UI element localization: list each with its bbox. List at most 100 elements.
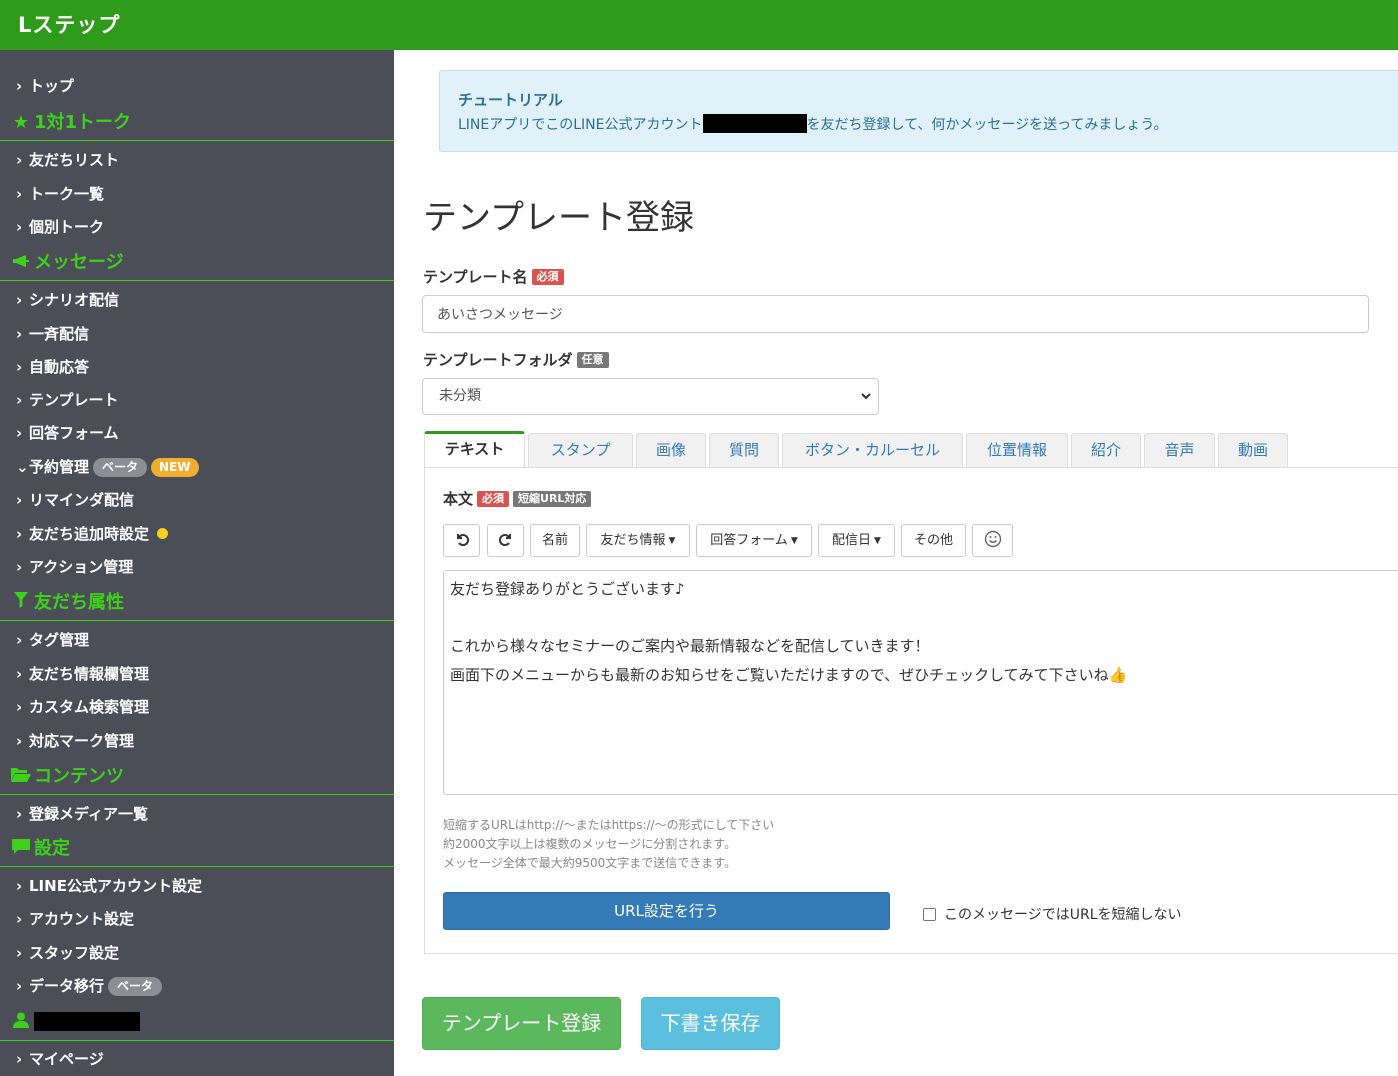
chevron-right-icon: › <box>16 631 23 649</box>
redo-button[interactable] <box>487 524 524 557</box>
sidebar-item-individual-talk[interactable]: › 個別トーク <box>0 217 394 237</box>
sidebar-item-top[interactable]: › トップ <box>0 76 394 96</box>
chevron-right-icon: › <box>16 491 23 509</box>
beta-badge: ベータ <box>108 977 163 996</box>
sidebar-heading-contents[interactable]: コンテンツ <box>0 762 394 795</box>
sidebar-heading-message[interactable]: メッセージ <box>0 248 394 281</box>
sidebar-item-friend-list[interactable]: › 友だちリスト <box>0 150 394 170</box>
sidebar-item-broadcast[interactable]: › 一斉配信 <box>0 324 394 344</box>
tutorial-alert: チュートリアル LINEアプリでこのLINE公式アカウント を友だち登録して、何か… <box>439 70 1398 152</box>
tab-introduction[interactable]: 紹介 <box>1071 433 1141 468</box>
chevron-right-icon: › <box>16 218 23 236</box>
chevron-right-icon: › <box>16 558 23 576</box>
emoji-icon <box>984 530 1002 548</box>
sidebar-item-mypage[interactable]: › マイページ <box>0 1049 394 1069</box>
template-name-input[interactable] <box>422 295 1369 333</box>
template-name-label: テンプレート名 必須 <box>423 266 564 287</box>
sidebar-heading-talk[interactable]: ★ 1対1トーク <box>0 108 394 141</box>
sidebar-item-line-account-settings[interactable]: › LINE公式アカウント設定 <box>0 876 394 896</box>
caret-down-icon: ▼ <box>790 536 798 546</box>
user-icon <box>8 1011 34 1035</box>
register-template-button[interactable]: テンプレート登録 <box>422 997 621 1050</box>
friend-info-dropdown[interactable]: 友だち情報 ▼ <box>586 524 690 557</box>
other-button[interactable]: その他 <box>901 524 966 557</box>
notification-dot <box>157 528 169 539</box>
caret-down-icon: ▼ <box>874 536 881 546</box>
answer-form-dropdown[interactable]: 回答フォーム ▼ <box>696 524 812 557</box>
tutorial-text: LINEアプリでこのLINE公式アカウント を友だち登録して、何かメッセージを送っ… <box>458 114 1398 134</box>
sidebar-item-action[interactable]: › アクション管理 <box>0 557 394 577</box>
sidebar-heading-settings[interactable]: 設定 <box>0 834 394 867</box>
hint-line: 約2000文字以上は複数のメッセージに分割されます。 <box>443 837 737 851</box>
sidebar-item-answer-form[interactable]: › 回答フォーム <box>0 423 394 443</box>
tab-image[interactable]: 画像 <box>636 433 706 468</box>
body-line <box>450 604 1398 633</box>
tutorial-title: チュートリアル <box>458 91 563 109</box>
body-label: 本文 必須 短縮URL対応 <box>443 488 592 509</box>
sidebar-item-reminder[interactable]: › リマインダ配信 <box>0 490 394 510</box>
chevron-right-icon: › <box>16 805 23 823</box>
redacted-user-name <box>34 1012 140 1031</box>
template-folder-label: テンプレートフォルダ 任意 <box>423 349 609 370</box>
beta-badge: ベータ <box>93 458 148 477</box>
chevron-right-icon: › <box>16 732 23 750</box>
no-shorten-url-option[interactable]: このメッセージではURLを短縮しない <box>923 904 1182 924</box>
chevron-right-icon: › <box>16 185 23 203</box>
template-folder-select[interactable]: 未分類 <box>422 378 879 415</box>
tab-location[interactable]: 位置情報 <box>966 433 1068 468</box>
tab-text[interactable]: テキスト <box>424 431 525 468</box>
sidebar-item-account-settings[interactable]: › アカウント設定 <box>0 909 394 929</box>
chevron-right-icon: › <box>16 877 23 895</box>
delivery-date-dropdown[interactable]: 配信日 ▼ <box>818 524 895 557</box>
tab-audio[interactable]: 音声 <box>1144 433 1215 468</box>
tab-stamp[interactable]: スタンプ <box>528 433 633 468</box>
filter-icon <box>8 591 34 615</box>
new-badge: NEW <box>151 458 199 477</box>
sidebar-item-staff-settings[interactable]: › スタッフ設定 <box>0 943 394 963</box>
redo-icon <box>498 533 514 548</box>
chevron-right-icon: › <box>16 291 23 309</box>
tab-button-carousel[interactable]: ボタン・カルーセル <box>782 433 963 468</box>
hint-line: メッセージ全体で最大約9500文字まで送信できます。 <box>443 856 737 870</box>
sidebar-item-template[interactable]: › テンプレート <box>0 390 394 410</box>
chevron-right-icon: › <box>16 698 23 716</box>
tab-video[interactable]: 動画 <box>1218 433 1288 468</box>
tab-question[interactable]: 質問 <box>709 433 779 468</box>
sidebar-item-tags[interactable]: › タグ管理 <box>0 630 394 650</box>
url-settings-button[interactable]: URL設定を行う <box>443 892 890 930</box>
save-draft-button[interactable]: 下書き保存 <box>641 997 780 1050</box>
top-header: Lステップ <box>0 0 1398 50</box>
sidebar: › トップ ★ 1対1トーク › 友だちリスト › トーク一覧 › 個別トーク メッセージ… <box>0 50 394 1076</box>
chevron-down-icon: ⌄ <box>16 458 29 476</box>
chevron-right-icon: › <box>16 910 23 928</box>
sidebar-item-reservation[interactable]: ⌄予約管理 ベータ NEW <box>0 457 394 477</box>
caret-down-icon: ▼ <box>668 536 676 546</box>
chevron-right-icon: › <box>16 665 23 683</box>
chevron-right-icon: › <box>16 424 23 442</box>
undo-button[interactable] <box>443 524 480 557</box>
sidebar-item-marks[interactable]: › 対応マーク管理 <box>0 731 394 751</box>
main-content: チュートリアル LINEアプリでこのLINE公式アカウント を友だち登録して、何か… <box>394 50 1398 1076</box>
app-logo[interactable]: Lステップ <box>18 9 120 39</box>
sidebar-item-scenario[interactable]: › シナリオ配信 <box>0 290 394 310</box>
sidebar-item-friend-add-settings[interactable]: › 友だち追加時設定 <box>0 524 394 544</box>
chat-bubble-icon <box>8 837 34 861</box>
sidebar-item-custom-search[interactable]: › カスタム検索管理 <box>0 697 394 717</box>
sidebar-item-friend-info-fields[interactable]: › 友だち情報欄管理 <box>0 664 394 684</box>
sidebar-heading-attributes[interactable]: 友だち属性 <box>0 588 394 621</box>
emoji-button[interactable] <box>972 524 1013 557</box>
sidebar-item-data-migration[interactable]: › データ移行 ベータ <box>0 976 394 996</box>
insert-name-button[interactable]: 名前 <box>530 524 580 557</box>
folder-open-icon <box>8 765 34 789</box>
body-line: 友だち登録ありがとうございます♪ <box>450 580 685 598</box>
star-icon: ★ <box>12 112 30 133</box>
sidebar-item-media[interactable]: › 登録メディア一覧 <box>0 804 394 824</box>
message-body-editor[interactable]: 友だち登録ありがとうございます♪ これから様々なセミナーのご案内や最新情報などを… <box>443 570 1398 795</box>
required-badge: 必須 <box>531 269 564 285</box>
sidebar-item-talk-list[interactable]: › トーク一覧 <box>0 184 394 204</box>
chevron-right-icon: › <box>16 525 23 543</box>
sidebar-heading-user[interactable] <box>0 1008 394 1041</box>
sidebar-item-auto-reply[interactable]: › 自動応答 <box>0 357 394 377</box>
no-shorten-url-checkbox[interactable] <box>923 908 936 921</box>
redacted-account-name <box>702 114 807 133</box>
